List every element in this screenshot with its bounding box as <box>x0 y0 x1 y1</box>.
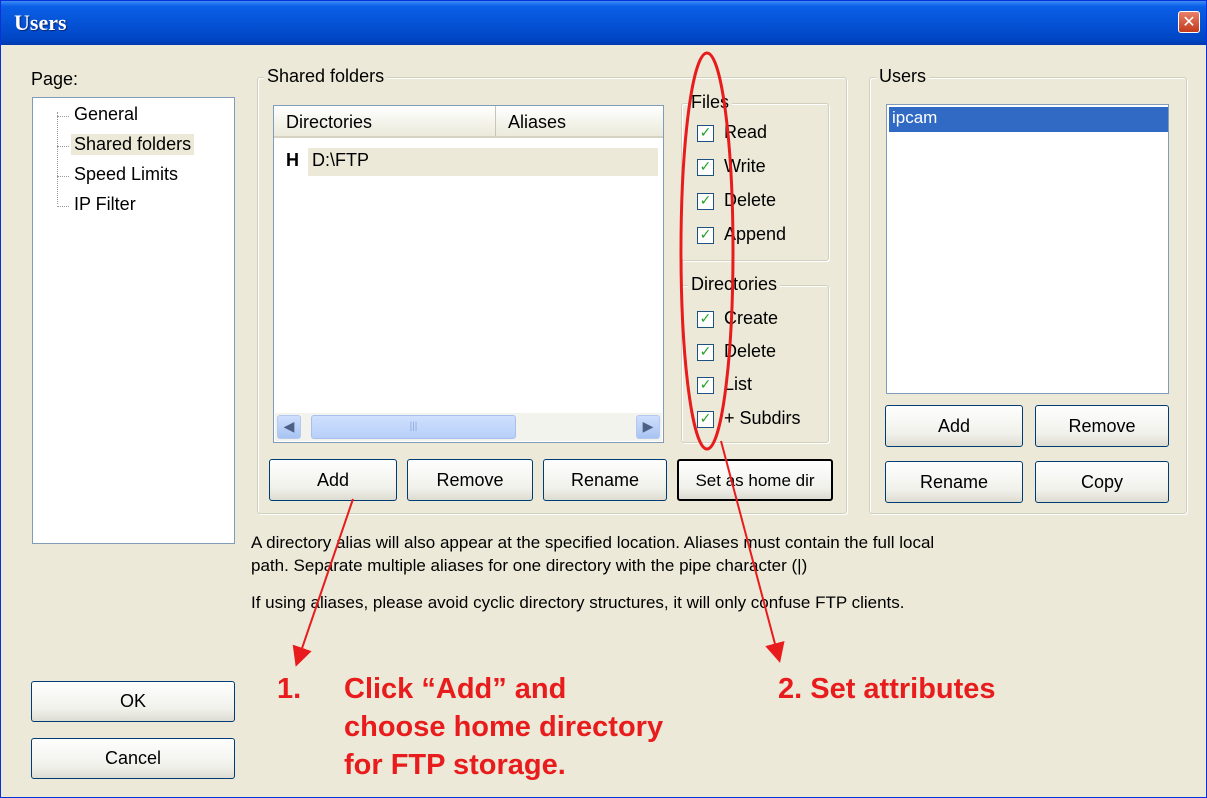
checkbox-label: Append <box>724 224 787 244</box>
cancel-button[interactable]: Cancel <box>31 738 235 779</box>
checkbox-label: List <box>724 374 753 394</box>
step1-number: 1. <box>277 673 302 705</box>
horizontal-scrollbar[interactable]: ◀ ||| ▶ <box>275 413 662 441</box>
check-icon[interactable]: ✓ <box>697 344 714 361</box>
title-bar[interactable]: Users ✕ <box>1 1 1206 45</box>
check-icon[interactable]: ✓ <box>697 193 714 210</box>
listview-header: Directories Aliases <box>274 106 663 138</box>
page-tree[interactable]: General Shared folders Speed Limits IP F… <box>32 97 235 544</box>
checkbox-label: Create <box>724 308 779 328</box>
tree-item-label: General <box>74 104 139 124</box>
column-aliases[interactable]: Aliases <box>496 106 663 136</box>
checkbox-label: + Subdirs <box>724 408 801 428</box>
tree-item-label: Shared folders <box>71 134 195 155</box>
copy-user-button[interactable]: Copy <box>1035 461 1169 503</box>
check-icon[interactable]: ✓ <box>697 411 714 428</box>
close-icon[interactable]: ✕ <box>1178 11 1200 33</box>
scroll-thumb[interactable]: ||| <box>311 415 516 439</box>
checkbox-label: Delete <box>724 341 777 361</box>
tree-item-label: IP Filter <box>74 194 136 214</box>
checkbox-label: Write <box>724 156 766 176</box>
directories-listview[interactable]: Directories Aliases H D:\FTP ◀ ||| ▶ <box>273 105 664 443</box>
step1-line-1: Click “Add” and <box>344 673 567 705</box>
users-legend: Users <box>876 66 930 87</box>
scroll-left-icon[interactable]: ◀ <box>277 415 301 439</box>
scroll-right-icon[interactable]: ▶ <box>636 415 660 439</box>
remove-folder-button[interactable]: Remove <box>407 459 533 501</box>
users-dialog: Users ✕ Page: General Shared folders Spe… <box>0 0 1207 798</box>
checkbox-label: Delete <box>724 190 777 210</box>
checkbox-label: Read <box>724 122 768 142</box>
remove-user-button[interactable]: Remove <box>1035 405 1169 447</box>
home-dir-marker: H <box>286 150 299 170</box>
check-icon[interactable]: ✓ <box>697 311 714 328</box>
rename-user-button[interactable]: Rename <box>885 461 1023 503</box>
add-user-button[interactable]: Add <box>885 405 1023 447</box>
check-icon[interactable]: ✓ <box>697 159 714 176</box>
directories-legend: Directories <box>688 274 781 295</box>
files-legend: Files <box>688 92 733 113</box>
step1-line-3: for FTP storage. <box>344 749 566 781</box>
check-icon[interactable]: ✓ <box>697 377 714 394</box>
shared-folders-legend: Shared folders <box>264 66 388 87</box>
tree-item-label: Speed Limits <box>74 164 179 184</box>
step1-arrow <box>292 498 354 667</box>
window-title: Users <box>14 10 67 35</box>
users-listbox[interactable]: ipcam <box>886 104 1169 394</box>
check-icon[interactable]: ✓ <box>697 125 714 142</box>
page-label: Page: <box>31 69 79 89</box>
table-row[interactable]: H D:\FTP <box>286 148 658 178</box>
rename-folder-button[interactable]: Rename <box>543 459 667 501</box>
alias-info-line-3: If using aliases, please avoid cyclic di… <box>251 593 905 612</box>
set-home-dir-button[interactable]: Set as home dir <box>677 459 833 501</box>
add-folder-button[interactable]: Add <box>269 459 397 501</box>
alias-info-line-2: path. Separate multiple aliases for one … <box>251 556 808 575</box>
directory-cell[interactable]: D:\FTP <box>308 148 658 176</box>
ok-button[interactable]: OK <box>31 681 235 722</box>
column-directories[interactable]: Directories <box>274 106 496 136</box>
step1-line-2: choose home directory <box>344 711 664 743</box>
alias-info-line-1: A directory alias will also appear at th… <box>251 533 935 552</box>
step2-label: 2. Set attributes <box>778 673 996 705</box>
tree-connector <box>57 112 58 204</box>
check-icon[interactable]: ✓ <box>697 227 714 244</box>
user-item[interactable]: ipcam <box>889 107 1168 132</box>
